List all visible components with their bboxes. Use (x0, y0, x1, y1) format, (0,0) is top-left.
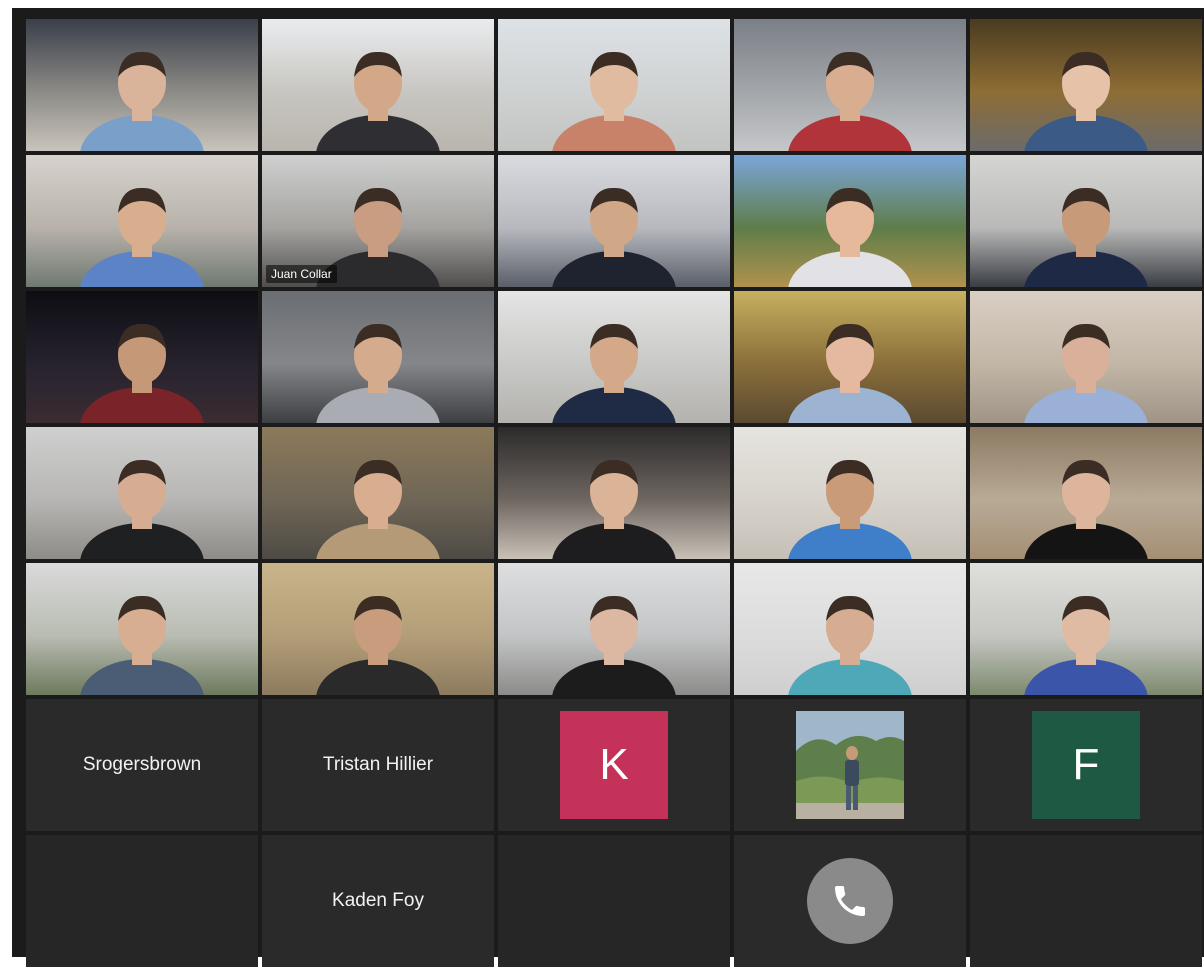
participant-video-tile[interactable] (498, 427, 730, 559)
participant-avatar-tile[interactable]: K (498, 699, 730, 831)
participant-video-tile[interactable] (734, 291, 966, 423)
participant-silhouette (316, 459, 440, 559)
participant-video-tile[interactable] (262, 19, 494, 151)
participant-silhouette (316, 323, 440, 423)
empty-tile (498, 835, 730, 967)
participant-silhouette (80, 595, 204, 695)
participant-video-tile[interactable] (734, 427, 966, 559)
participant-silhouette (552, 323, 676, 423)
participant-avatar-tile[interactable] (734, 699, 966, 831)
participant-silhouette (788, 459, 912, 559)
participant-video-tile[interactable] (970, 19, 1202, 151)
participant-video-tile[interactable] (970, 563, 1202, 695)
participant-avatar-tile[interactable]: F (970, 699, 1202, 831)
participant-name: Tristan Hillier (322, 754, 434, 775)
avatar-initial: K (560, 711, 668, 819)
participant-silhouette (80, 187, 204, 287)
participant-silhouette (1024, 187, 1148, 287)
participant-silhouette (788, 595, 912, 695)
participant-video-tile[interactable] (262, 427, 494, 559)
participant-silhouette (1024, 459, 1148, 559)
participant-silhouette (788, 187, 912, 287)
participant-video-tile[interactable] (970, 291, 1202, 423)
participant-video-tile[interactable] (26, 563, 258, 695)
participant-silhouette (552, 187, 676, 287)
participant-silhouette (552, 459, 676, 559)
participant-video-tile[interactable] (970, 427, 1202, 559)
participant-name: Srogersbrown (82, 754, 202, 775)
phone-icon (807, 858, 893, 944)
empty-tile (26, 835, 258, 967)
participant-silhouette (80, 51, 204, 151)
participant-silhouette (552, 595, 676, 695)
participant-video-tile[interactable] (26, 427, 258, 559)
phone-participant-tile[interactable] (734, 835, 966, 967)
participant-name-tile[interactable]: Tristan Hillier (262, 699, 494, 831)
participant-video-tile[interactable] (498, 563, 730, 695)
participant-name-label: Juan Collar (266, 265, 337, 283)
participant-video-tile[interactable] (498, 291, 730, 423)
participant-silhouette (788, 51, 912, 151)
participant-silhouette (80, 323, 204, 423)
participant-video-tile[interactable] (26, 291, 258, 423)
participant-silhouette (1024, 51, 1148, 151)
avatar-initial: F (1032, 711, 1140, 819)
avatar-photo (796, 711, 904, 819)
participant-name-tile[interactable]: Srogersbrown (26, 699, 258, 831)
participant-silhouette (80, 459, 204, 559)
participant-grid: Juan Collar Srogersbrown Tristan Hillier K F… (26, 19, 1202, 967)
participant-silhouette (316, 595, 440, 695)
participant-video-tile[interactable] (734, 155, 966, 287)
participant-silhouette (1024, 595, 1148, 695)
empty-tile (970, 835, 1202, 967)
participant-video-tile[interactable] (970, 155, 1202, 287)
participant-video-tile[interactable] (262, 291, 494, 423)
video-call-window: Juan Collar Srogersbrown Tristan Hillier K F… (12, 8, 1204, 967)
participant-video-tile[interactable]: Juan Collar (262, 155, 494, 287)
participant-video-tile[interactable] (26, 155, 258, 287)
participant-silhouette (316, 51, 440, 151)
participant-silhouette (1024, 323, 1148, 423)
participant-silhouette (552, 51, 676, 151)
participant-video-tile[interactable] (498, 19, 730, 151)
participant-name: Kaden Foy (332, 890, 424, 911)
participant-video-tile[interactable] (734, 19, 966, 151)
participant-video-tile[interactable] (262, 563, 494, 695)
participant-name-tile[interactable]: Kaden Foy (262, 835, 494, 967)
participant-video-tile[interactable] (26, 19, 258, 151)
participant-video-tile[interactable] (734, 563, 966, 695)
participant-silhouette (788, 323, 912, 423)
participant-video-tile[interactable] (498, 155, 730, 287)
